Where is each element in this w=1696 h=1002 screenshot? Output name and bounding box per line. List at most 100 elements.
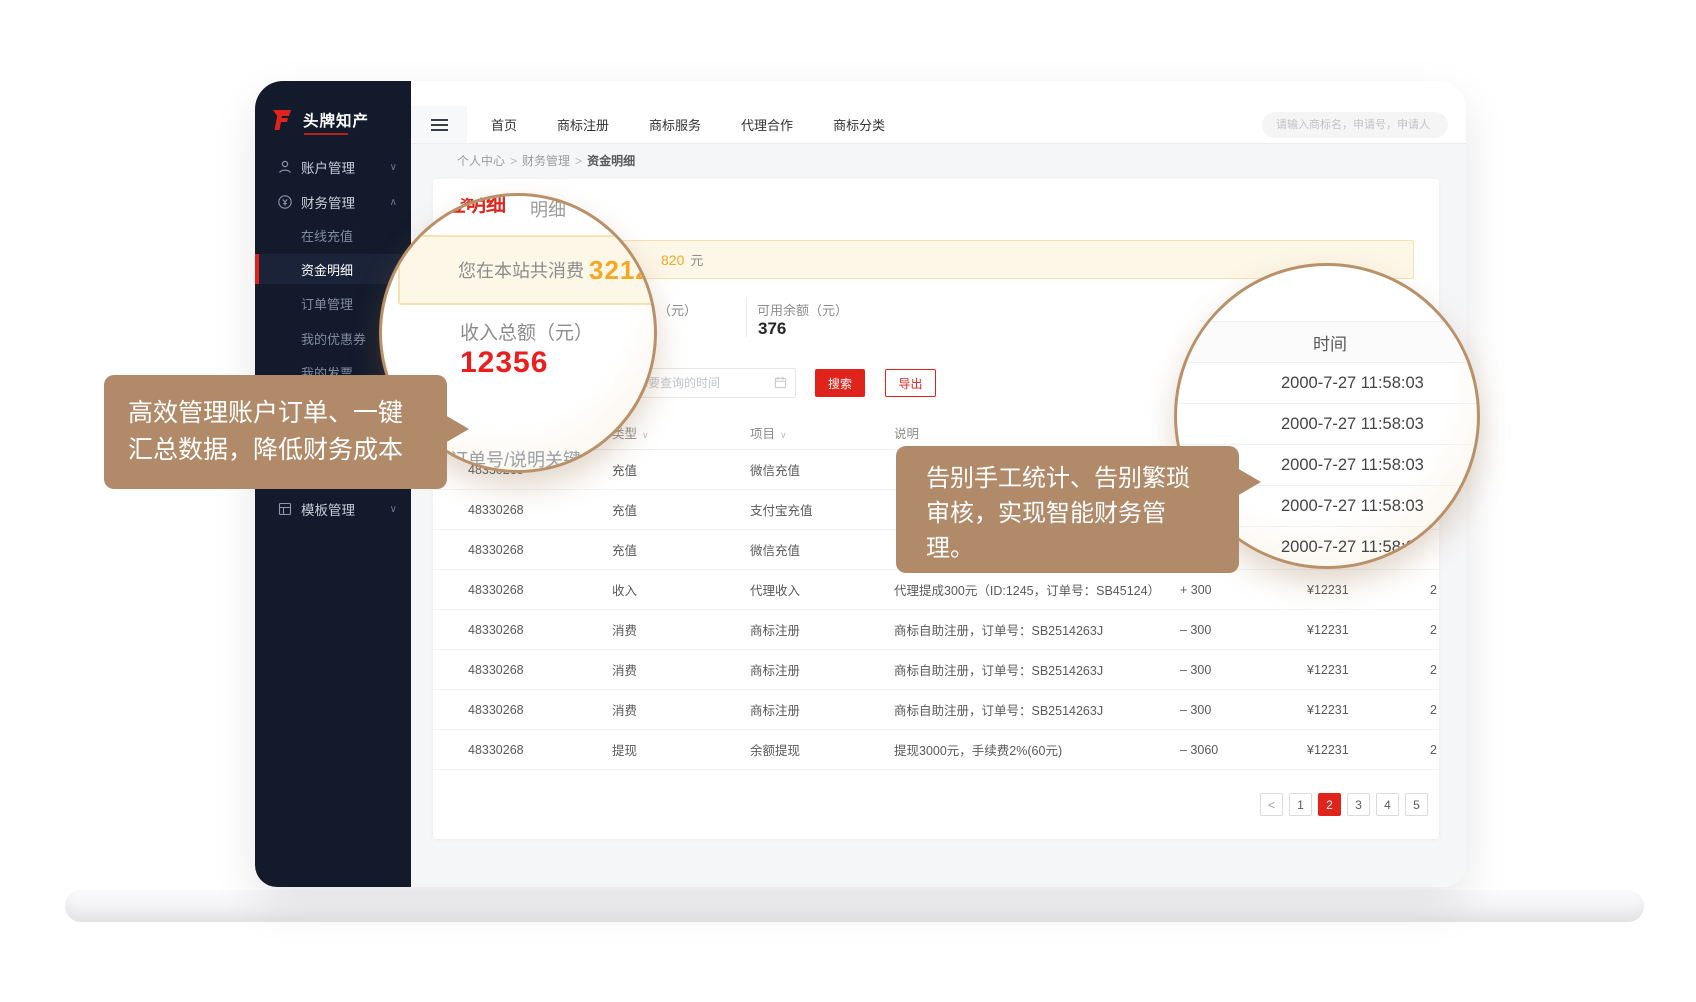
stats-divider: [746, 297, 747, 337]
search-input[interactable]: [1262, 112, 1448, 138]
cell-time: 2: [1430, 623, 1439, 637]
pagination-page-2-active[interactable]: 2: [1318, 793, 1341, 816]
pagination-page-3[interactable]: 3: [1347, 793, 1370, 816]
sort-caret-icon[interactable]: ∨: [780, 430, 787, 440]
pagination-page-5[interactable]: 5: [1405, 793, 1428, 816]
chevron-down-icon: ∨: [390, 162, 397, 173]
cell-type: 消费: [612, 700, 750, 719]
sidebar-item-account[interactable]: 账户管理 ∨: [255, 153, 411, 181]
pagination-page-1[interactable]: 1: [1289, 793, 1312, 816]
cell-desc: 商标自助注册，订单号：SB2514263J: [894, 660, 1180, 679]
cell-project: 商标注册: [750, 700, 894, 719]
cell-desc: 代理提成300元（ID:1245，订单号：SB45124）: [894, 580, 1180, 599]
cell-project: 商标注册: [750, 660, 894, 679]
cell-project: 商标注册: [750, 620, 894, 639]
cell-amount: – 300: [1180, 663, 1307, 677]
cell-type: 收入: [612, 580, 750, 599]
breadcrumb-current: 资金明细: [587, 154, 635, 168]
sidebar-item-online-recharge[interactable]: 在线充值: [255, 220, 411, 250]
sort-caret-icon[interactable]: ∨: [642, 430, 649, 440]
table-row: 48330268提现余额提现提现3000元，手续费2%(60元)– 3060¥1…: [433, 730, 1439, 770]
magnified-notice-value: 32124: [589, 255, 657, 286]
col-desc-header: 说明: [894, 423, 1180, 442]
callout-left: 高效管理账户订单、一键汇总数据，降低财务成本: [104, 375, 447, 489]
sidebar-item-label: 在线充值: [301, 226, 353, 245]
export-button[interactable]: 导出: [885, 369, 936, 397]
sidebar-item-label: 资金明细: [301, 260, 353, 279]
notice-unit: 元: [690, 250, 703, 269]
sidebar-item-finance[interactable]: 财务管理 ∧: [255, 188, 411, 216]
cell-type: 提现: [612, 740, 750, 759]
magnified-income-label: 收入总额（元）: [460, 318, 593, 345]
cell-amount: – 300: [1180, 623, 1307, 637]
cell-amount: + 300: [1180, 583, 1307, 597]
sidebar-item-template[interactable]: 模板管理 ∨: [255, 495, 411, 523]
cell-type: 消费: [612, 620, 750, 639]
cell-project: 微信充值: [750, 460, 894, 479]
cell-project: 支付宝充值: [750, 500, 894, 519]
search-button[interactable]: 搜索: [815, 369, 865, 397]
breadcrumb-separator: >: [575, 154, 582, 168]
notice-amount-fragment: 820: [661, 252, 684, 268]
cell-desc: 商标自助注册，订单号：SB2514263J: [894, 700, 1180, 719]
nav-item-home[interactable]: 首页: [491, 115, 517, 134]
finance-icon: [277, 194, 293, 210]
magnified-time-header: 时间: [1313, 330, 1347, 355]
cell-order: 48330268: [468, 503, 612, 517]
table-row: 48330268收入代理收入代理提成300元（ID:1245，订单号：SB451…: [433, 570, 1439, 610]
available-balance-label: 可用余额（元）: [757, 300, 848, 319]
nav-item-agency[interactable]: 代理合作: [741, 115, 793, 134]
nav-item-trademark-register[interactable]: 商标注册: [557, 115, 609, 134]
cell-order: 48330268: [468, 703, 612, 717]
pagination-prev-button[interactable]: <: [1260, 793, 1283, 816]
col-type-header[interactable]: 类型∨: [612, 423, 750, 442]
top-navbar: 首页 商标注册 商标服务 代理合作 商标分类: [411, 106, 1466, 144]
pagination-page-4[interactable]: 4: [1376, 793, 1399, 816]
magnified-time-row: 2000-7-27 11:58:03: [1177, 404, 1480, 445]
magnified-notice-bar: 您在本站共消费 32124 大: [398, 235, 657, 305]
cell-balance: ¥12231: [1307, 663, 1430, 677]
cell-desc: 提现3000元，手续费2%(60元): [894, 740, 1180, 759]
callout-right-text: 告别手工统计、告别繁琐审核，实现智能财务管理。: [926, 465, 1190, 562]
menu-icon[interactable]: [411, 106, 467, 143]
cell-project: 微信充值: [750, 540, 894, 559]
magnified-tab-fragment: 明细: [530, 196, 566, 222]
calendar-icon[interactable]: [774, 376, 787, 389]
cell-amount: – 300: [1180, 703, 1307, 717]
laptop-base: [65, 890, 1644, 922]
cell-order: 48330268: [468, 623, 612, 637]
nav-item-trademark-service[interactable]: 商标服务: [649, 115, 701, 134]
breadcrumb-section[interactable]: 财务管理: [522, 154, 570, 168]
magnified-time-header-band: 时间: [1177, 321, 1480, 363]
cell-time: 2: [1430, 703, 1439, 717]
magnified-income-value: 12356: [460, 346, 548, 380]
callout-right: 告别手工统计、告别繁琐审核，实现智能财务管理。: [896, 446, 1239, 573]
cell-type: 充值: [612, 540, 750, 559]
table-row: 48330268消费商标注册商标自助注册，订单号：SB2514263J– 300…: [433, 610, 1439, 650]
sidebar-item-fund-detail[interactable]: 资金明细: [255, 254, 411, 284]
brand-logo-text: 头牌知产: [303, 109, 369, 131]
magnified-notice-prefix: 您在本站共消费: [458, 257, 584, 283]
cell-desc: 商标自助注册，订单号：SB2514263J: [894, 620, 1180, 639]
cell-time: 2: [1430, 743, 1439, 757]
sidebar-item-label: 模板管理: [301, 499, 355, 519]
col-project-header[interactable]: 项目∨: [750, 423, 894, 442]
nav-item-trademark-category[interactable]: 商标分类: [833, 115, 885, 134]
table-row: 48330268消费商标注册商标自助注册，订单号：SB2514263J– 300…: [433, 690, 1439, 730]
cell-balance: ¥12231: [1307, 703, 1430, 717]
cell-order: 48330268: [468, 743, 612, 757]
chevron-down-icon: ∨: [390, 504, 397, 515]
callout-left-text: 高效管理账户订单、一键汇总数据，降低财务成本: [128, 399, 403, 464]
cell-time: 2: [1430, 583, 1439, 597]
cell-project: 余额提现: [750, 740, 894, 759]
cell-project: 代理收入: [750, 580, 894, 599]
brand-logo: 头牌知产: [269, 109, 369, 131]
cell-type: 消费: [612, 660, 750, 679]
table-row: 48330268消费商标注册商标自助注册，订单号：SB2514263J– 300…: [433, 650, 1439, 690]
template-icon: [277, 501, 293, 517]
sidebar-item-label: 订单管理: [301, 294, 353, 313]
user-icon: [277, 159, 293, 175]
breadcrumb-home[interactable]: 个人中心: [457, 154, 505, 168]
brand-logo-icon: [269, 109, 295, 131]
cell-order: 48330268: [468, 663, 612, 677]
